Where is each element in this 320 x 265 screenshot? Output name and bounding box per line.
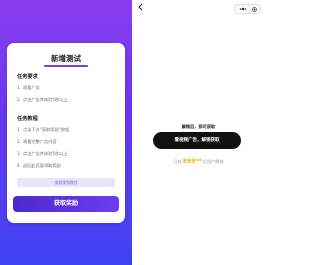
item-text: 点击广告并体验5秒以上 (23, 151, 68, 156)
capsule-menu (234, 4, 261, 14)
claimed-suffix: 位用户解锁 (202, 159, 224, 164)
tutorial-item: 2. 观看完整广告内容 (17, 139, 57, 145)
item-text: 观看完整广告内容 (23, 139, 57, 144)
item-number: 1. (17, 85, 21, 90)
tutorial-title: 任务教程 (17, 116, 38, 122)
watch-video-unlock-button[interactable]: 看视频广告，解锁获取 (153, 132, 241, 149)
claimed-count: 899** (182, 158, 202, 165)
task-panel: 新增测试 任务要求 1. 观看广告 2. 点击广告并体验5秒以上 任务教程 1. 点击… (0, 0, 132, 265)
item-text: 返回此页面领取奖励 (23, 163, 61, 168)
item-text: 点击广告并体验5秒以上 (23, 97, 68, 102)
video-tutorial-button[interactable]: 查看视频教程 (17, 178, 115, 187)
more-icon[interactable] (239, 7, 247, 11)
card-title: 新增测试 (51, 54, 81, 63)
item-text: 点击下方“获取奖励”按钮 (23, 127, 70, 132)
claimed-prefix: 已有 (173, 159, 182, 164)
title-underline (44, 65, 88, 67)
tutorial-item: 3. 点击广告并体验5秒以上 (17, 151, 68, 157)
requirement-item: 2. 点击广告并体验5秒以上 (17, 97, 68, 103)
item-number: 3. (17, 151, 21, 156)
claimed-count-text: 已有899**位用户解锁 (132, 158, 265, 165)
tutorial-item: 4. 返回此页面领取奖励 (17, 163, 61, 169)
requirement-item: 1. 观看广告 (17, 85, 40, 91)
item-text: 观看广告 (23, 85, 40, 90)
unlock-tip: 解锁后，即可获取 (181, 124, 216, 129)
get-reward-button[interactable]: 获取奖励 (13, 196, 119, 212)
item-number: 2. (17, 97, 21, 102)
back-icon[interactable] (136, 2, 146, 12)
item-number: 2. (17, 139, 21, 144)
close-icon[interactable] (252, 6, 257, 12)
unlock-panel: 解锁后，即可获取 看视频广告，解锁获取 已有899**位用户解锁 (132, 0, 265, 265)
tutorial-item: 1. 点击下方“获取奖励”按钮 (17, 127, 69, 133)
item-number: 1. (17, 127, 21, 132)
item-number: 4. (17, 163, 21, 168)
requirements-title: 任务要求 (17, 74, 38, 80)
